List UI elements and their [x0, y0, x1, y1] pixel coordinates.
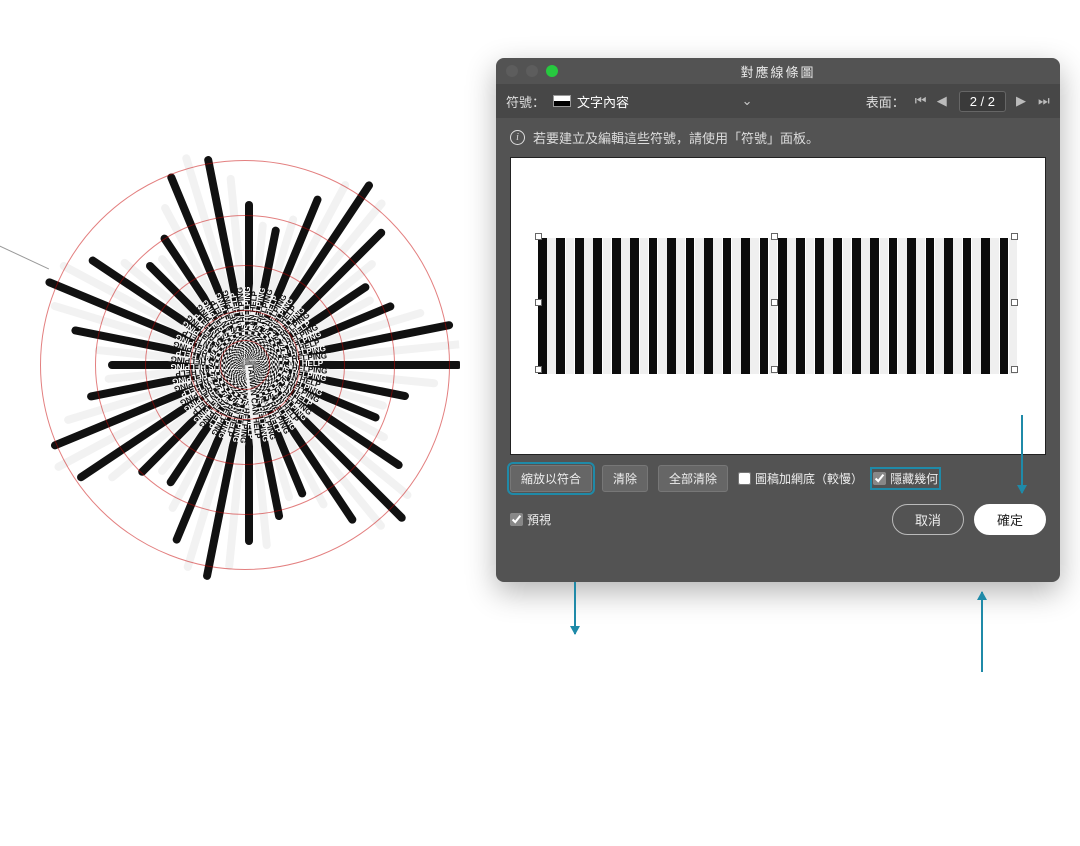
selection-handle[interactable]: [771, 299, 778, 306]
selection-handle[interactable]: [771, 366, 778, 373]
draft-checkbox-label: 圖稿加網底（較慢）: [755, 470, 863, 487]
mapped-art-pattern[interactable]: [538, 236, 1018, 376]
draft-checkbox-input[interactable]: [738, 472, 751, 485]
dialog-toolbar: 符號： 文字內容 ⌄ 表面： ⏮ ◀ 2 / 2 ▶ ⏭: [496, 84, 1060, 118]
hide-geometry-checkbox[interactable]: 隱藏幾何: [873, 470, 938, 487]
info-icon: i: [510, 130, 525, 145]
last-page-icon[interactable]: ⏭: [1038, 93, 1050, 109]
first-page-icon[interactable]: ⏮: [915, 93, 927, 109]
annotation-arrow-icon: [1021, 415, 1023, 493]
page-indicator[interactable]: 2 / 2: [959, 91, 1006, 112]
selection-handle[interactable]: [535, 366, 542, 373]
preview-checkbox[interactable]: 預視: [510, 511, 551, 528]
next-page-icon[interactable]: ▶: [1016, 93, 1028, 109]
scale-to-fit-button[interactable]: 縮放以符合: [510, 465, 592, 492]
dialog-footer: 預視 取消 確定: [496, 498, 1060, 547]
dialog-title: 對應線條圖: [496, 62, 1060, 81]
hide-geometry-checkbox-input[interactable]: [873, 472, 886, 485]
clear-button[interactable]: 清除: [602, 465, 648, 492]
annotation-arrow-icon: [574, 582, 576, 634]
info-message: i 若要建立及編輯這些符號，請使用「符號」面板。: [496, 118, 1060, 157]
surface-pager: 表面： ⏮ ◀ 2 / 2 ▶ ⏭: [866, 91, 1050, 112]
selection-handle[interactable]: [535, 233, 542, 240]
cancel-button[interactable]: 取消: [892, 504, 964, 535]
spiral-artwork: TAIWAN CAN HELPTAIWAN IS HELPINGTAIWAN I…: [30, 130, 460, 600]
info-text: 若要建立及編輯這些符號，請使用「符號」面板。: [533, 128, 819, 147]
chevron-down-icon[interactable]: ⌄: [741, 95, 753, 107]
dialog-titlebar[interactable]: 對應線條圖: [496, 58, 1060, 84]
selection-handle[interactable]: [771, 233, 778, 240]
symbol-swatch-icon: [553, 95, 571, 107]
preview-area[interactable]: [510, 157, 1046, 455]
annotation-arrow-icon: [981, 592, 983, 672]
selection-handle[interactable]: [535, 299, 542, 306]
selection-handle[interactable]: [1011, 299, 1018, 306]
hide-geometry-checkbox-label: 隱藏幾何: [890, 470, 938, 487]
symbol-dropdown[interactable]: 文字內容: [553, 92, 733, 111]
symbol-value: 文字內容: [577, 92, 629, 111]
map-art-dialog: 對應線條圖 符號： 文字內容 ⌄ 表面： ⏮ ◀ 2 / 2 ▶ ⏭ i 若要建…: [496, 58, 1060, 582]
ok-button[interactable]: 確定: [974, 504, 1046, 535]
draft-checkbox[interactable]: 圖稿加網底（較慢）: [738, 470, 863, 487]
preview-checkbox-label: 預視: [527, 511, 551, 528]
artboard-canvas: TAIWAN CAN HELPTAIWAN IS HELPINGTAIWAN I…: [0, 0, 490, 700]
selection-handle[interactable]: [1011, 233, 1018, 240]
surface-label: 表面：: [866, 92, 905, 111]
dialog-controls: 縮放以符合 清除 全部清除 圖稿加網底（較慢） 隱藏幾何: [496, 455, 1060, 498]
clear-all-button[interactable]: 全部清除: [658, 465, 728, 492]
selection-handle[interactable]: [1011, 366, 1018, 373]
symbol-label: 符號：: [506, 92, 545, 111]
prev-page-icon[interactable]: ◀: [937, 93, 949, 109]
preview-checkbox-input[interactable]: [510, 513, 523, 526]
